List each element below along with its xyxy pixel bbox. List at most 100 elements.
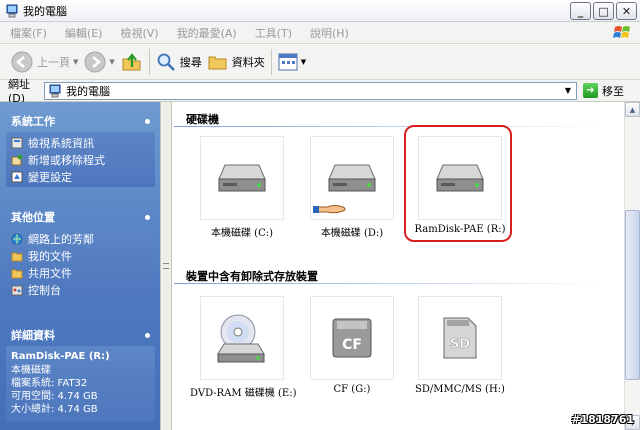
menu-favorites[interactable]: 我的最愛(A) (177, 25, 237, 41)
system-info-icon (11, 137, 23, 148)
collapse-icon[interactable] (145, 332, 150, 338)
my-computer-icon (6, 4, 18, 17)
splitter-grip (163, 263, 169, 269)
up-folder-icon (122, 52, 141, 70)
go-label: 移至 (602, 84, 624, 98)
forward-arrow-icon (84, 51, 106, 72)
task-label: 變更設定 (28, 170, 72, 184)
search-button[interactable]: 搜尋 (153, 47, 205, 77)
group-removable-title: 裝置中含有卸除式存放裝置 (186, 270, 318, 283)
minimize-button[interactable]: _ (570, 2, 591, 20)
place-label: 共用文件 (28, 266, 72, 280)
views-icon (278, 53, 298, 70)
place-label: 控制台 (28, 283, 61, 297)
windows-logo-icon (610, 23, 636, 43)
hard-drive-icon (200, 136, 284, 220)
drive-item-g[interactable]: CF CF (G:) (300, 296, 404, 395)
system-tasks-title: 系統工作 (11, 115, 55, 128)
collapse-icon[interactable] (145, 118, 150, 124)
place-label: 我的文件 (28, 249, 72, 263)
folder-icon (208, 56, 227, 69)
menu-edit[interactable]: 編輯(E) (65, 25, 103, 41)
place-my-documents[interactable]: 我的文件 (11, 247, 150, 264)
drive-item-d[interactable]: 本機磁碟 (D:) (300, 136, 404, 239)
cf-card-label: CF (342, 337, 362, 353)
scroll-up-button[interactable]: ▲ (625, 102, 640, 117)
settings-icon (11, 171, 23, 182)
menu-bar: 檔案(F) 編輯(E) 檢視(V) 我的最愛(A) 工具(T) 說明(H) (0, 22, 640, 44)
menu-tools[interactable]: 工具(T) (255, 25, 292, 41)
go-arrow-icon: ➜ (583, 83, 598, 98)
address-input[interactable]: 我的電腦 ▼ (44, 81, 577, 100)
group-hard-disks-title: 硬碟機 (186, 113, 219, 126)
sd-card-label: SD (450, 337, 470, 352)
task-label: 新增或移除程式 (28, 153, 105, 167)
other-places-title: 其他位置 (11, 211, 55, 224)
back-label: 上一頁 (37, 55, 70, 69)
drive-label: 本機磁碟 (D:) (320, 228, 384, 239)
vertical-scrollbar[interactable]: ▲ ▼ (624, 102, 640, 430)
sd-card-icon: SD (418, 296, 502, 380)
maximize-button[interactable]: □ (593, 2, 614, 20)
window-controls: _ □ ✕ (570, 2, 637, 20)
task-change-settings[interactable]: 變更設定 (11, 168, 150, 185)
scroll-thumb[interactable] (625, 210, 640, 380)
views-button[interactable]: ▼ (275, 47, 309, 77)
details-panel: 詳細資料 RamDisk-PAE (R:) 本機磁碟 檔案系統: FAT32 可… (6, 324, 155, 422)
place-label: 網路上的芳鄰 (28, 232, 94, 246)
close-button[interactable]: ✕ (616, 2, 637, 20)
details-name: RamDisk-PAE (R:) (11, 351, 110, 362)
place-shared-documents[interactable]: 共用文件 (11, 264, 150, 281)
add-remove-icon (11, 154, 23, 165)
details-free-space: 可用空間: 4.74 GB (11, 391, 98, 402)
place-network[interactable]: 網路上的芳鄰 (11, 230, 150, 247)
drive-label: CF (G:) (333, 384, 371, 395)
collapse-icon[interactable] (145, 214, 150, 220)
drive-label: DVD-RAM 磁碟機 (E:) (190, 388, 297, 399)
group-divider (174, 283, 604, 284)
chevron-down-icon[interactable]: ▼ (109, 58, 114, 66)
network-icon (11, 233, 23, 244)
task-view-system-info[interactable]: 檢視系統資訊 (11, 134, 150, 151)
title-bar: 我的電腦 _ □ ✕ (0, 0, 640, 22)
chevron-down-icon[interactable]: ▼ (561, 84, 575, 98)
control-panel-icon (11, 285, 23, 295)
task-add-remove-programs[interactable]: 新增或移除程式 (11, 151, 150, 168)
compact-flash-icon: CF (310, 296, 394, 380)
drive-item-c[interactable]: 本機磁碟 (C:) (190, 136, 294, 239)
menu-help[interactable]: 說明(H) (310, 25, 349, 41)
menu-file[interactable]: 檔案(F) (10, 25, 47, 41)
place-control-panel[interactable]: 控制台 (11, 281, 150, 298)
chevron-down-icon[interactable]: ▼ (301, 58, 306, 66)
back-button[interactable]: 上一頁 ▼ (8, 47, 81, 77)
chevron-down-icon[interactable]: ▼ (73, 58, 78, 66)
folders-label: 資料夾 (231, 55, 265, 69)
drive-item-h[interactable]: SD SD/MMC/MS (H:) (408, 296, 512, 395)
other-places-panel: 其他位置 網路上的芳鄰 我的文件 共用文件 控制台 (6, 206, 155, 300)
system-tasks-header[interactable]: 系統工作 (6, 110, 155, 132)
details-filesystem: 檔案系統: FAT32 (11, 378, 88, 389)
menu-view[interactable]: 檢視(V) (120, 25, 158, 41)
group-divider (174, 126, 604, 127)
details-header[interactable]: 詳細資料 (6, 324, 155, 346)
folders-button[interactable]: 資料夾 (205, 47, 268, 77)
details-total-size: 大小總計: 4.74 GB (11, 404, 98, 415)
search-label: 搜尋 (179, 55, 202, 69)
watermark: #1818761 (571, 413, 634, 426)
dvd-drive-icon (200, 296, 284, 380)
forward-button[interactable]: ▼ (81, 47, 117, 77)
drive-label: SD/MMC/MS (H:) (415, 384, 505, 395)
task-pane: 系統工作 檢視系統資訊 新增或移除程式 變更設定 其他位置 網路上的芳鄰 我的文… (0, 102, 160, 430)
documents-folder-icon (11, 252, 23, 261)
toolbar-separator (270, 48, 272, 75)
up-folder-button[interactable] (118, 47, 146, 77)
system-tasks-body: 檢視系統資訊 新增或移除程式 變更設定 (6, 132, 155, 187)
drive-item-e[interactable]: DVD-RAM 磁碟機 (E:) (190, 296, 297, 399)
other-places-header[interactable]: 其他位置 (6, 206, 155, 228)
go-button[interactable]: ➜ 移至 (583, 83, 624, 99)
task-label: 檢視系統資訊 (28, 136, 94, 150)
pane-splitter[interactable] (160, 102, 172, 430)
details-body: RamDisk-PAE (R:) 本機磁碟 檔案系統: FAT32 可用空間: … (6, 346, 155, 422)
address-bar: 網址(D) 我的電腦 ▼ ➜ 移至 (0, 78, 640, 105)
drive-label: 本機磁碟 (C:) (210, 228, 273, 239)
